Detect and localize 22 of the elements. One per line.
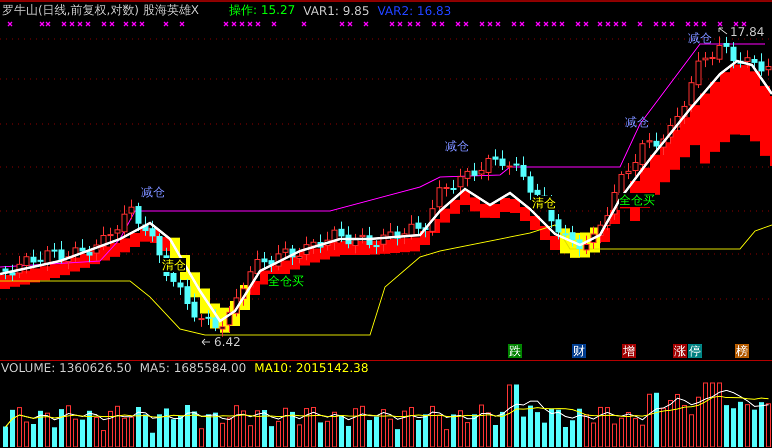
event-tag: 榜: [735, 344, 749, 358]
signal-label: 清仓: [162, 258, 186, 272]
volume-reading: VOLUME: 1360626.50: [1, 361, 132, 375]
indicator-value: VAR2: 16.83: [377, 4, 452, 18]
event-tag: 涨: [673, 344, 687, 358]
signal-label: 全仓买: [619, 193, 655, 207]
event-tag: 跌: [508, 344, 522, 358]
indicator-value: 操作: 15.27: [229, 2, 296, 19]
event-tag: 停: [688, 344, 702, 358]
signal-label: 清仓: [532, 196, 556, 210]
price-label: 17.84: [730, 25, 764, 39]
indicator-value: VAR1: 9.85: [303, 4, 370, 18]
chart-title: 罗牛山(日线,前复权,对数) 股海英雄X: [2, 2, 200, 19]
event-tag: 增: [622, 344, 636, 358]
event-tag: 财: [572, 344, 586, 358]
signal-label: 减仓: [445, 139, 469, 153]
volume-reading: MA10: 2015142.38: [254, 361, 368, 375]
signal-label: 全仓买: [268, 274, 304, 288]
volume-reading: MA5: 1685584.00: [140, 361, 246, 375]
price-label: 6.42: [214, 335, 241, 349]
signal-label: 减仓: [688, 31, 712, 45]
signal-label: 减仓: [141, 185, 165, 199]
